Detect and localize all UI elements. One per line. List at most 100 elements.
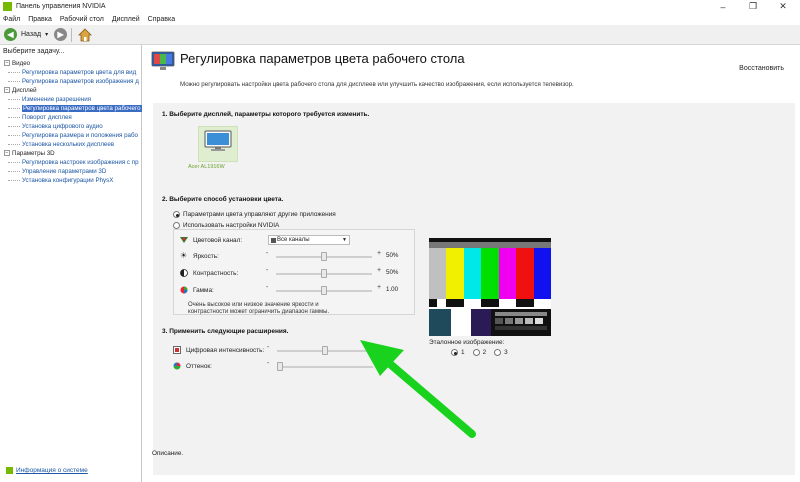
contrast-minus[interactable]: - xyxy=(266,267,268,274)
gamma-slider-thumb[interactable] xyxy=(321,286,327,295)
tree-item-rotate-display[interactable]: Поворот дисплея xyxy=(0,113,142,122)
title-bar: Панель управления NVIDIA – ❐ ✕ xyxy=(0,0,800,13)
minimize-button[interactable]: – xyxy=(708,0,738,13)
gamma-value: 1.00 xyxy=(386,286,399,293)
reference-option-3-indicator xyxy=(494,349,502,356)
tree-item-video-color[interactable]: Регулировка параметров цвета для вид xyxy=(0,68,142,77)
reference-option-3[interactable]: 3 xyxy=(494,349,508,356)
contrast-icon xyxy=(180,269,188,277)
nvidia-icon xyxy=(3,2,12,11)
section-2-title: 2. Выберите способ установки цвета. xyxy=(162,196,284,203)
tree-item-multiple-displays[interactable]: Установка нескольких дисплеев xyxy=(0,140,142,149)
radio-nvidia-indicator xyxy=(173,222,180,229)
radio-nvidia-settings[interactable]: Использовать настройки NVIDIA xyxy=(173,222,279,229)
reference-option-1-indicator xyxy=(451,349,458,356)
chevron-down-icon: ▼ xyxy=(342,237,347,243)
brightness-plus[interactable]: + xyxy=(377,250,381,257)
page-description: Можно регулировать настройки цвета рабоч… xyxy=(180,81,574,88)
main-content: Регулировка параметров цвета рабочего ст… xyxy=(143,45,800,482)
tree-item-physx[interactable]: Установка конфигурации PhysX xyxy=(0,176,142,185)
monitor-icon xyxy=(204,130,232,151)
color-channel-icon xyxy=(180,237,188,243)
close-button[interactable]: ✕ xyxy=(768,0,798,13)
radio-other-apps-indicator xyxy=(173,211,180,218)
section-3-title: 3. Применить следующие расширения. xyxy=(162,328,289,335)
hue-slider-track[interactable] xyxy=(277,366,373,368)
tree-item-video-image[interactable]: Регулировка параметров изображения д xyxy=(0,77,142,86)
menu-file[interactable]: Файл xyxy=(3,16,20,23)
contrast-value: 50% xyxy=(386,269,399,276)
toolbar-separator xyxy=(71,27,73,42)
reference-option-1[interactable]: 1 xyxy=(451,349,465,356)
menu-bar: Файл Правка Рабочий стол Дисплей Справка xyxy=(0,13,800,25)
menu-edit[interactable]: Правка xyxy=(28,16,52,23)
hue-minus[interactable]: - xyxy=(267,360,269,367)
digital-vibrance-slider-thumb[interactable] xyxy=(322,346,328,355)
brightness-icon: ☀ xyxy=(180,251,188,260)
back-button[interactable]: Назад xyxy=(21,31,41,38)
description-label: Описание. xyxy=(152,450,184,457)
display-selector[interactable] xyxy=(198,126,238,162)
brightness-value: 50% xyxy=(386,252,399,259)
hue-plus[interactable]: + xyxy=(378,360,382,367)
tree-item-desktop-size[interactable]: Регулировка размера и положения рабо xyxy=(0,131,142,140)
tree-item-change-resolution[interactable]: Изменение разрешения xyxy=(0,95,142,104)
reference-test-image xyxy=(429,238,551,336)
contrast-plus[interactable]: + xyxy=(377,267,381,274)
tree-category-display[interactable]: − Дисплей xyxy=(0,86,142,95)
hue-slider-thumb[interactable] xyxy=(277,362,283,371)
tree-item-manage-3d[interactable]: Управление параметрами 3D xyxy=(0,167,142,176)
gamma-label: Гамма: xyxy=(180,286,214,294)
digital-vibrance-plus[interactable]: + xyxy=(378,344,382,351)
menu-help[interactable]: Справка xyxy=(148,16,175,23)
task-tree: − Видео Регулировка параметров цвета для … xyxy=(0,59,142,185)
brightness-label: ☀ Яркость: xyxy=(180,251,219,260)
gamma-minus[interactable]: - xyxy=(266,284,268,291)
forward-arrow-icon[interactable]: ▶ xyxy=(54,28,68,41)
page-header: Регулировка параметров цвета рабочего ст… xyxy=(143,45,800,80)
sidebar-header: Выберите задачу... xyxy=(3,48,65,55)
brightness-minus[interactable]: - xyxy=(266,250,268,257)
tree-item-3d-image-settings[interactable]: Регулировка настроек изображения с пр xyxy=(0,158,142,167)
reference-image-label: Эталонное изображение: xyxy=(429,339,505,346)
color-channel-label: Цветовой канал: xyxy=(180,236,242,244)
desktop-color-icon xyxy=(151,51,175,70)
digital-vibrance-minus[interactable]: - xyxy=(267,344,269,351)
reference-option-2-indicator xyxy=(472,349,480,356)
tree-item-digital-audio[interactable]: Установка цифрового аудио xyxy=(0,122,142,131)
hue-label: Оттенок: xyxy=(173,362,212,370)
nvidia-settings-group: Цветовой канал: Все каналы ▼ ☀ Яркость: … xyxy=(173,229,415,315)
tree-category-video[interactable]: − Видео xyxy=(0,59,142,68)
digital-vibrance-label: Цифровая интенсивность: xyxy=(173,346,264,354)
radio-other-apps[interactable]: Параметрами цвета управляют другие прило… xyxy=(173,211,336,218)
back-arrow-icon[interactable]: ◀ xyxy=(4,28,17,41)
menu-display[interactable]: Дисплей xyxy=(112,16,140,23)
settings-panel: 1. Выберите дисплей, параметры которого … xyxy=(153,103,795,475)
digital-vibrance-icon xyxy=(173,346,181,354)
system-info-icon xyxy=(6,467,13,474)
hue-icon xyxy=(173,362,181,370)
gamma-icon xyxy=(180,286,188,294)
color-channel-select[interactable]: Все каналы ▼ xyxy=(268,235,350,245)
home-icon[interactable] xyxy=(78,27,93,42)
restore-defaults-link[interactable]: Восстановить xyxy=(739,65,784,72)
system-info-link[interactable]: Информация о системе xyxy=(6,467,88,474)
reference-image-options: 1 2 3 xyxy=(451,349,516,356)
contrast-label: Контрастность: xyxy=(180,269,238,277)
contrast-slider-thumb[interactable] xyxy=(321,269,327,278)
gamma-plus[interactable]: + xyxy=(377,284,381,291)
tree-item-desktop-color[interactable]: Регулировка параметров цвета рабочего xyxy=(0,104,142,113)
section-1-title: 1. Выберите дисплей, параметры которого … xyxy=(162,111,370,118)
brightness-slider-thumb[interactable] xyxy=(321,252,327,261)
maximize-button[interactable]: ❐ xyxy=(738,0,768,13)
window-title: Панель управления NVIDIA xyxy=(16,3,106,10)
back-dropdown-icon[interactable]: ▾ xyxy=(45,31,48,38)
toolbar: ◀ Назад ▾ ▶ xyxy=(0,25,800,45)
reference-option-2[interactable]: 2 xyxy=(472,349,486,356)
gamma-warning-text: Очень высокое или низкое значение яркост… xyxy=(188,302,330,315)
tree-category-3d[interactable]: − Параметры 3D xyxy=(0,149,142,158)
display-name: Acer AL1916W xyxy=(188,164,225,170)
menu-desktop[interactable]: Рабочий стол xyxy=(60,16,104,23)
task-sidebar: Выберите задачу... − Видео Регулировка па… xyxy=(0,45,142,482)
page-title: Регулировка параметров цвета рабочего ст… xyxy=(180,51,465,66)
